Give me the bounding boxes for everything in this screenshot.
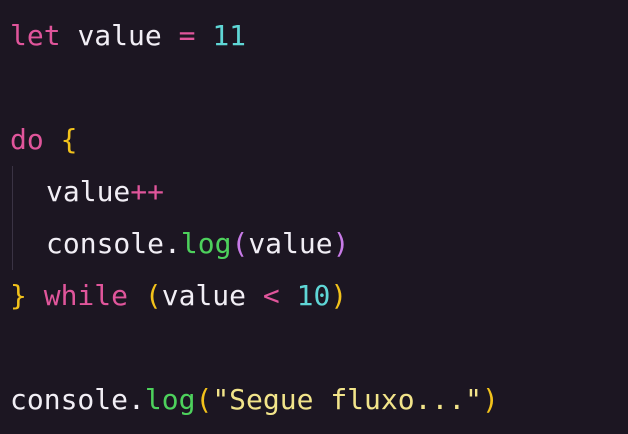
close-brace: } bbox=[10, 279, 27, 312]
method-log: log bbox=[180, 227, 232, 260]
dot-operator: . bbox=[128, 383, 145, 416]
indent-guide bbox=[12, 166, 13, 270]
close-paren: ) bbox=[332, 227, 350, 260]
operator-less-than: < bbox=[262, 279, 280, 312]
open-paren: ( bbox=[144, 279, 162, 312]
code-line-4: value++ bbox=[46, 172, 164, 212]
keyword-do: do bbox=[10, 123, 44, 156]
code-line-8: console.log("Segue fluxo...") bbox=[10, 380, 499, 420]
operator-increment: ++ bbox=[130, 175, 165, 208]
open-brace: { bbox=[60, 123, 78, 156]
argument-value: value bbox=[248, 227, 333, 260]
string-literal: "Segue fluxo..." bbox=[212, 383, 483, 416]
dot-operator: . bbox=[164, 227, 181, 260]
keyword-while: while bbox=[43, 279, 129, 312]
identifier-console: console bbox=[46, 227, 165, 260]
code-line-5: console.log(value) bbox=[46, 224, 349, 264]
code-line-3: do { bbox=[10, 120, 77, 160]
operator-assign: = bbox=[178, 19, 196, 52]
keyword-let: let bbox=[10, 19, 61, 52]
identifier-value: value bbox=[46, 175, 131, 208]
identifier-console: console bbox=[10, 383, 129, 416]
open-paren: ( bbox=[231, 227, 249, 260]
code-line-1: let value = 11 bbox=[10, 16, 246, 56]
number-literal: 11 bbox=[212, 19, 247, 52]
code-line-6: } while (value < 10) bbox=[10, 276, 347, 316]
close-paren: ) bbox=[482, 383, 499, 416]
identifier-value: value bbox=[77, 19, 162, 52]
number-literal: 10 bbox=[296, 279, 331, 312]
method-log: log bbox=[144, 383, 196, 416]
open-paren: ( bbox=[195, 383, 213, 416]
identifier-value: value bbox=[161, 279, 247, 312]
code-editor[interactable]: let value = 11 do { value++ console.log(… bbox=[0, 0, 628, 434]
close-paren: ) bbox=[330, 279, 348, 312]
